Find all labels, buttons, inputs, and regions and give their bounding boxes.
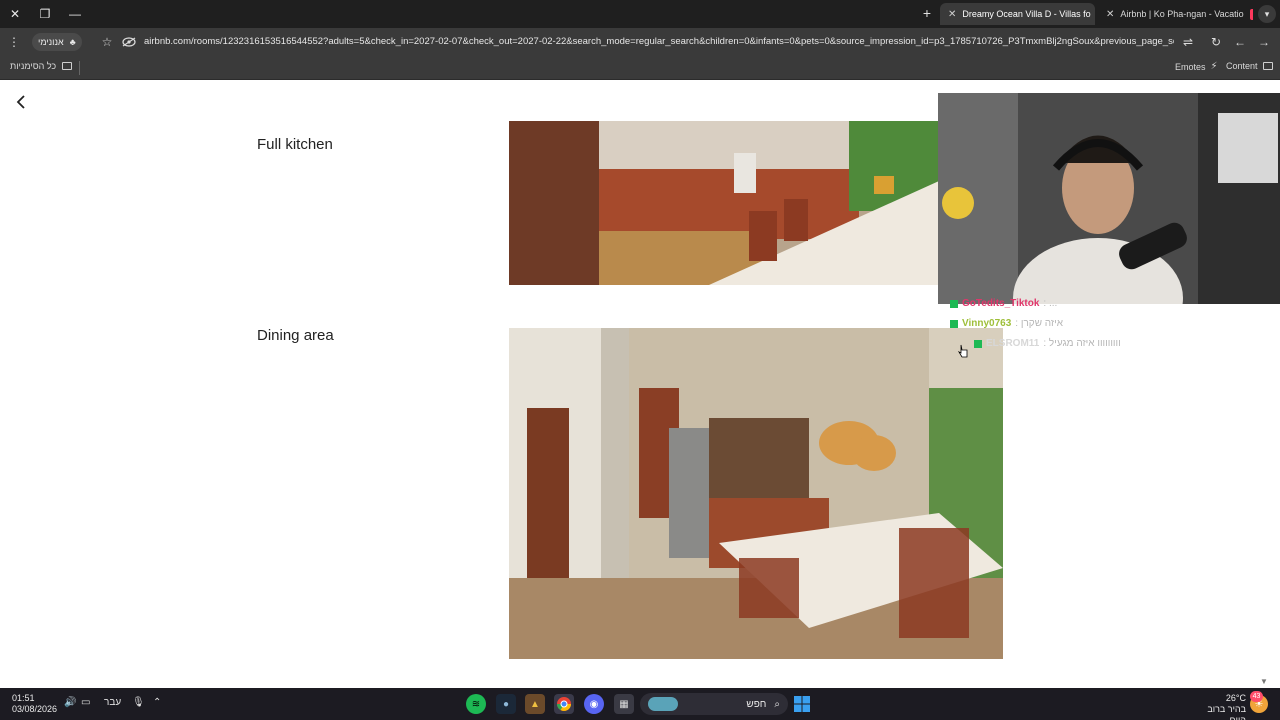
subscriber-badge-icon [950, 319, 958, 328]
notification-count-badge: 43 [1250, 691, 1263, 702]
chat-message: : איזה שקרן [1015, 318, 1064, 329]
menu-kebab-icon[interactable]: ⋮ [6, 34, 22, 50]
url-field[interactable]: airbnb.com/rooms/1232316153516544552?adu… [144, 36, 1174, 47]
language-indicator[interactable]: עבר [104, 697, 121, 708]
discord-icon[interactable]: ◉ [584, 694, 604, 714]
bookmarks-divider [79, 61, 80, 75]
eye-slash-icon[interactable] [121, 34, 137, 50]
bookmark-emotes[interactable]: Emotes ⚡ [1175, 61, 1218, 72]
tab-airbnb-ko-phangan[interactable]: ✕ Airbnb | Ko Pha-ngan - Vacatio [1098, 3, 1253, 25]
search-highlight-icon [648, 697, 678, 711]
incognito-icon: ♣ [69, 37, 76, 47]
full-kitchen-photo[interactable] [509, 121, 939, 285]
steam-icon[interactable]: ● [496, 694, 516, 714]
chrome-icon[interactable] [554, 694, 574, 714]
spotify-icon[interactable]: ≋ [466, 694, 486, 714]
tab-title: Dreamy Ocean Villa D - Villas fo [962, 9, 1091, 19]
new-tab-button[interactable]: + [918, 4, 936, 22]
clock-date: 03/08/2026 [12, 704, 58, 714]
chat-line: Vinny0763 : איזה שקרן [950, 318, 1063, 329]
emotes-icon: ⚡ [1210, 61, 1218, 72]
microphone-icon[interactable]: 🎙 [132, 697, 145, 708]
tab-search-dropdown-icon[interactable]: ▾ [1258, 5, 1276, 23]
restore-window-button[interactable]: ❐ [30, 0, 60, 28]
search-label: חפש [746, 698, 767, 710]
incognito-badge[interactable]: אנונימי ♣ [32, 33, 82, 51]
all-bookmarks-label: כל הסימניות [10, 61, 57, 71]
airbnb-favicon-icon [1249, 8, 1253, 20]
bookmark-content[interactable]: Content [1226, 61, 1273, 71]
airbnb-photo-tour-page: Full kitchen Dining area [0, 81, 1280, 688]
chat-message: : ווווווווו איזה מגעיל [1043, 338, 1121, 349]
chat-username: Vinny0763 [962, 318, 1012, 329]
hand-cursor-icon [958, 344, 968, 358]
network-icon[interactable]: ▭ [81, 697, 90, 708]
chat-username: GoTedits_Tiktok [962, 298, 1040, 309]
minimize-window-button[interactable]: — [60, 0, 90, 28]
search-icon: ⌕ [774, 698, 780, 710]
app-icon[interactable]: ▲ [525, 694, 545, 714]
tray-expand-icon[interactable]: ⌃ [153, 697, 161, 708]
close-tab-icon[interactable]: ✕ [1106, 9, 1114, 20]
back-chevron-icon[interactable] [12, 93, 30, 111]
browser-address-bar: ⋮ אנונימי ♣ ☆ airbnb.com/rooms/123231615… [0, 28, 1280, 56]
bookmark-star-icon[interactable]: ☆ [99, 34, 115, 50]
clock-time: 01:51 [12, 693, 35, 703]
scroll-down-arrow-icon[interactable]: ▼ [1260, 677, 1268, 686]
all-bookmarks-item[interactable]: כל הסימניות [10, 61, 73, 71]
weather-description: בהיר ברוב היום [1207, 704, 1246, 720]
windows-start-icon[interactable] [792, 694, 812, 714]
subscriber-badge-icon [950, 299, 958, 308]
section-title-full-kitchen: Full kitchen [257, 136, 333, 153]
section-title-dining-area: Dining area [257, 327, 334, 344]
close-tab-icon[interactable]: ✕ [948, 9, 956, 20]
chat-message: : ... [1043, 298, 1058, 309]
chat-line: ELSROM11 : ווווווווו איזה מגעיל [974, 338, 1121, 349]
folder-icon [1262, 62, 1273, 70]
tab-title: Airbnb | Ko Pha-ngan - Vacatio [1120, 9, 1244, 19]
browser-tab-bar: ✕ ❐ — + ✕ Dreamy Ocean Villa D - Villas … [0, 0, 1280, 28]
tab-dreamy-ocean-villa[interactable]: ✕ Dreamy Ocean Villa D - Villas fo [940, 3, 1095, 25]
bookmark-label: Content [1226, 61, 1258, 71]
weather-temp: 26°C [1225, 693, 1246, 703]
incognito-label: אנונימי [38, 37, 64, 47]
screen: ✕ ❐ — + ✕ Dreamy Ocean Villa D - Villas … [0, 0, 1280, 720]
forward-arrow-icon[interactable]: → [1256, 34, 1272, 50]
chat-username: ELSROM11 [986, 338, 1040, 349]
bookmark-label: Emotes [1175, 61, 1206, 72]
bookmarks-bar: כל הסימניות Emotes ⚡ Content [0, 56, 1280, 80]
reload-icon[interactable]: ↻ [1208, 34, 1224, 50]
speaker-icon[interactable]: 🔊 [64, 697, 76, 708]
taskbar-search-box[interactable]: חפש ⌕ [640, 693, 788, 715]
streamer-webcam-overlay [938, 93, 1280, 304]
folder-icon [62, 62, 73, 70]
site-settings-icon[interactable]: ⇌ [1180, 34, 1196, 50]
back-arrow-icon[interactable]: ← [1232, 34, 1248, 50]
taskbar-clock[interactable]: 01:51 03/08/2026 [12, 693, 57, 715]
windows-taskbar: 01:51 03/08/2026 🔊 ▭ עבר 🎙 ⌃ ≋ ● ▲ ◉ ▦ ח… [0, 688, 1280, 720]
close-window-button[interactable]: ✕ [0, 0, 30, 28]
dining-area-photo[interactable] [509, 328, 1003, 659]
weather-widget[interactable]: 26°C בהיר ברוב היום [1192, 693, 1246, 720]
file-explorer-icon[interactable]: ▦ [614, 694, 634, 714]
chat-line: GoTedits_Tiktok : ... [950, 298, 1057, 309]
subscriber-badge-icon [974, 339, 982, 348]
